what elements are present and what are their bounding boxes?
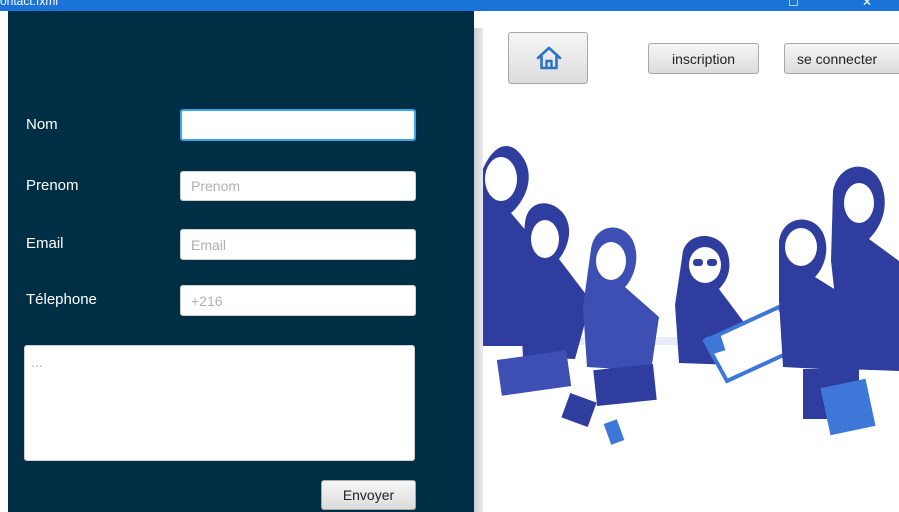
inscription-button[interactable]: inscription: [648, 43, 759, 74]
person-5-face: [785, 228, 817, 266]
person-3-face: [596, 242, 626, 280]
home-button[interactable]: [508, 32, 588, 84]
email-input[interactable]: [180, 229, 416, 260]
form-top-strip: [8, 11, 474, 28]
nom-input[interactable]: [180, 109, 416, 141]
se-connecter-button[interactable]: se connecter: [784, 43, 899, 74]
telephone-label: Télephone: [26, 291, 97, 308]
message-textarea[interactable]: [24, 345, 415, 461]
prenom-label: Prenom: [26, 177, 79, 194]
maximize-icon[interactable]: ☐: [788, 0, 799, 9]
person-left-face: [485, 157, 517, 201]
right-pane: inscription se connecter: [483, 11, 899, 512]
window-title: ontact.fxml: [0, 0, 59, 8]
split-pane-divider[interactable]: [474, 28, 483, 512]
window-titlebar: ontact.fxml ☐ ✕: [0, 0, 899, 11]
person-2-face: [531, 220, 559, 258]
paper-shape: [561, 392, 597, 428]
person-6-face: [844, 183, 874, 223]
close-icon[interactable]: ✕: [862, 0, 872, 9]
telephone-input[interactable]: [180, 285, 416, 316]
envoyer-button[interactable]: Envoyer: [321, 480, 416, 510]
team-illustration: [483, 146, 899, 445]
nom-label: Nom: [26, 116, 58, 133]
email-label: Email: [26, 235, 64, 252]
glasses-icon: [693, 259, 703, 266]
home-icon: [536, 46, 562, 70]
left-margin: [0, 11, 8, 512]
prenom-input[interactable]: [180, 171, 416, 201]
